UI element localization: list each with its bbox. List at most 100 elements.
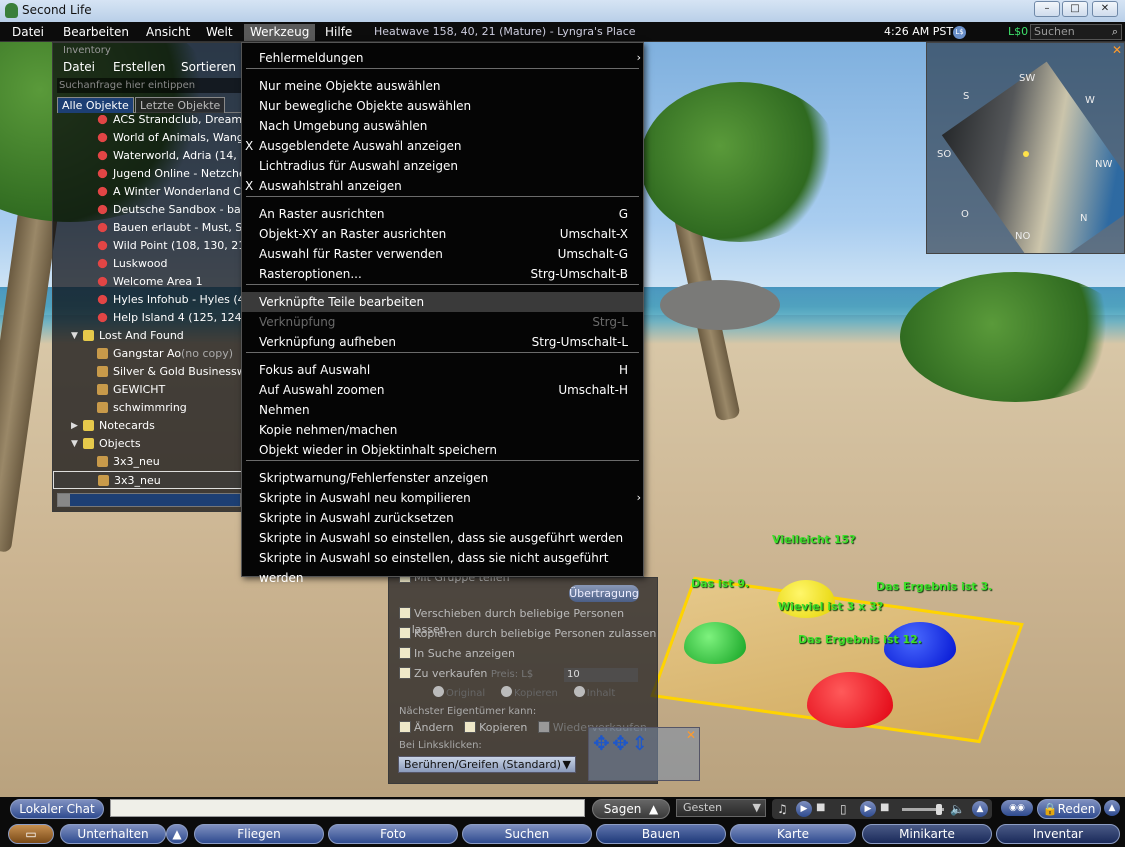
inventory-row[interactable]: schwimmring <box>53 399 243 417</box>
minimap[interactable]: SW S W SO NW O N NO ✕ <box>926 42 1125 254</box>
menu-item[interactable]: Skripte in Auswahl so einstellen, dass s… <box>242 548 643 585</box>
menu-item[interactable]: Auf Auswahl zoomen Umschalt-H <box>242 380 643 400</box>
fly-button[interactable]: Fliegen <box>194 824 324 844</box>
maximize-icon[interactable]: □ <box>1062 1 1088 17</box>
menu-item[interactable]: An Raster ausrichten G <box>242 204 643 224</box>
balance[interactable]: L$0 <box>1008 25 1028 38</box>
inventory-row[interactable]: Bauen erlaubt - Must, Silk <box>53 219 243 237</box>
menu-hilfe[interactable]: Hilfe <box>319 24 358 41</box>
menu-item[interactable]: Verknüpfung aufheben Strg-Umschalt-L <box>242 332 643 352</box>
inventory-row[interactable]: Gangstar Ao (no copy) <box>53 345 243 363</box>
inventory-row[interactable]: Jugend Online - Netzchec <box>53 165 243 183</box>
say-button[interactable]: Sagen ▲ <box>592 799 670 819</box>
inventory-row[interactable]: ACS Strandclub, Dreamla <box>53 115 243 129</box>
chevron-down-icon[interactable]: ▼ <box>71 435 78 453</box>
inventory-row[interactable]: Wild Point (108, 130, 21) <box>53 237 243 255</box>
local-chat-button[interactable]: Lokaler Chat <box>10 799 104 819</box>
chat-input[interactable] <box>110 799 585 817</box>
menu-item[interactable]: Nehmen <box>242 400 643 420</box>
inventory-tree[interactable]: ACS Strandclub, Dreamla World of Animals,… <box>53 115 243 491</box>
music-icon[interactable]: ♫ <box>777 802 788 816</box>
menu-welt[interactable]: Welt <box>200 24 239 41</box>
menu-item[interactable]: X Auswahlstrahl anzeigen <box>242 176 643 196</box>
menu-item[interactable]: Fokus auf Auswahl H <box>242 360 643 380</box>
inventory-menu-datei[interactable]: Datei <box>63 60 95 74</box>
speaker-icon[interactable]: 🔈 <box>950 802 965 816</box>
inventory-row[interactable]: Luskwood <box>53 255 243 273</box>
menu-item[interactable]: Skripte in Auswahl so einstellen, dass s… <box>242 528 643 548</box>
stop-icon[interactable]: ■ <box>816 802 825 813</box>
inventory-row[interactable]: Deutsche Sandbox - baue <box>53 201 243 219</box>
close-icon[interactable]: ✕ <box>686 728 696 742</box>
close-icon[interactable]: ✕ <box>1092 1 1118 17</box>
click-action-select[interactable]: Berühren/Greifen (Standard) ▼ <box>398 756 576 773</box>
menu-item[interactable]: Skripte in Auswahl zurücksetzen <box>242 508 643 528</box>
play-icon[interactable]: ▶ <box>796 801 812 817</box>
menu-ansicht[interactable]: Ansicht <box>140 24 196 41</box>
play-icon[interactable]: ▶ <box>860 801 876 817</box>
chat-button[interactable]: Unterhalten <box>60 824 166 844</box>
build-button[interactable]: Bauen <box>596 824 726 844</box>
for-sale-row[interactable]: Zu verkaufen Preis: L$ <box>399 666 533 682</box>
chevron-right-icon[interactable]: ▶ <box>71 417 78 435</box>
checkbox[interactable] <box>399 607 411 619</box>
move-anyone-row[interactable]: Verschieben durch beliebige Personen zul… <box>399 606 657 636</box>
tab-all-items[interactable]: Alle Objekte <box>57 97 134 113</box>
search-input[interactable]: Suchen ⌕ <box>1030 24 1122 40</box>
menu-bearbeiten[interactable]: Bearbeiten <box>57 24 135 41</box>
radio-contents[interactable] <box>573 686 585 697</box>
inventory-row[interactable]: 3x3_neu <box>53 453 243 471</box>
chevron-up-icon[interactable]: ▲ <box>972 801 988 817</box>
menu-item[interactable]: Rasteroptionen... Strg-Umschalt-B <box>242 264 643 284</box>
menu-item[interactable]: Nur bewegliche Objekte auswählen <box>242 96 643 116</box>
inventory-row[interactable]: ▼ Objects <box>53 435 243 453</box>
inventory-row[interactable]: SLOODLE 1.0 PrimDrop <box>53 489 243 491</box>
chat-expand-icon[interactable]: ▲ <box>166 824 188 844</box>
camera-controls[interactable]: ✥ ✥ ⇕ ✕ <box>588 727 700 781</box>
price-input[interactable]: 10 <box>564 668 638 682</box>
map-button[interactable]: Karte <box>730 824 856 844</box>
inventory-row[interactable]: Welcome Area 1 <box>53 273 243 291</box>
media-icon[interactable]: ▯ <box>840 802 847 816</box>
inventory-row[interactable]: GEWICHT <box>53 381 243 399</box>
minimize-icon[interactable]: – <box>1034 1 1060 17</box>
inventory-row[interactable]: A Winter Wonderland Chri <box>53 183 243 201</box>
camera-arrows-icon[interactable]: ✥ ✥ ⇕ <box>593 732 648 754</box>
inventory-menu-sortieren[interactable]: Sortieren <box>181 60 236 74</box>
chevron-up-icon[interactable]: ▲ <box>1104 800 1120 816</box>
menu-item[interactable]: Nur meine Objekte auswählen <box>242 76 643 96</box>
menu-item[interactable]: Objekt-XY an Raster ausrichten Umschalt-X <box>242 224 643 244</box>
radio-copy[interactable] <box>501 686 513 697</box>
inventory-row[interactable]: 3x3_neu <box>53 471 243 489</box>
inventory-hscrollbar[interactable] <box>57 493 241 507</box>
inventory-window[interactable]: Inventory Datei Erstellen Sortieren Such… <box>52 42 243 512</box>
speak-button[interactable]: 🔒Reden <box>1037 799 1101 819</box>
inventory-search-input[interactable]: Suchanfrage hier eintippen <box>57 78 241 93</box>
green-button[interactable] <box>684 622 746 664</box>
checkbox[interactable] <box>399 721 411 733</box>
stop-icon[interactable]: ■ <box>880 802 889 813</box>
menu-datei[interactable]: Datei <box>6 24 50 41</box>
chat-history-icon[interactable]: ▭ <box>8 824 54 844</box>
linden-dollar-icon[interactable]: L$ <box>953 26 966 39</box>
menu-item[interactable]: Kopie nehmen/machen <box>242 420 643 440</box>
inventory-row[interactable]: Silver & Gold Businesswa <box>53 363 243 381</box>
menu-item[interactable]: Skripte in Auswahl neu kompilieren › <box>242 488 643 508</box>
volume-knob[interactable] <box>936 804 942 815</box>
menu-item[interactable]: Nach Umgebung auswählen <box>242 116 643 136</box>
scroll-left-icon[interactable] <box>58 494 70 506</box>
location-label[interactable]: Heatwave 158, 40, 21 (Mature) - Lyngra's… <box>374 25 636 38</box>
show-search-row[interactable]: In Suche anzeigen <box>399 646 515 662</box>
menu-item[interactable]: Skriptwarnung/Fehlerfenster anzeigen <box>242 468 643 488</box>
tab-recent-items[interactable]: Letzte Objekte <box>135 97 226 113</box>
menu-item[interactable]: Fehlermeldungen › <box>242 48 643 68</box>
inventory-menu-erstellen[interactable]: Erstellen <box>113 60 166 74</box>
copy-anyone-row[interactable]: Kopieren durch beliebige Personen zulass… <box>399 626 656 642</box>
checkbox[interactable] <box>537 721 550 733</box>
menu-item[interactable]: Verknüpfte Teile bearbeiten <box>242 292 643 312</box>
checkbox[interactable] <box>399 667 411 679</box>
radio-original[interactable] <box>433 686 444 697</box>
gesture-select[interactable]: Gesten ▼ <box>676 799 766 817</box>
inventory-row[interactable]: ▶ Notecards <box>53 417 243 435</box>
tools-menu[interactable]: Fehlermeldungen › Nur meine Objekte auswäh… <box>241 42 644 585</box>
